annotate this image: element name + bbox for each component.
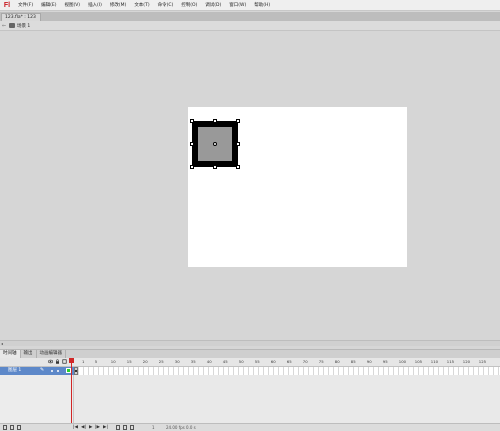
ruler-label: 75 [318, 359, 324, 364]
layer-list-empty [0, 375, 74, 423]
play-button[interactable]: ▶ [89, 424, 92, 431]
menu-debug[interactable]: 调试(D) [201, 0, 225, 11]
go-to-last-frame-button[interactable]: ▶| [103, 424, 108, 431]
timeline-empty-area [0, 375, 500, 423]
ruler-label: 120 [462, 359, 471, 364]
ruler-label: 1 [82, 359, 85, 364]
layer-name[interactable]: 图层 1 [8, 368, 21, 373]
ruler-label: 70 [302, 359, 308, 364]
pasteboard [0, 32, 500, 340]
frame-rate-readout[interactable]: 24.00 fps [166, 424, 185, 431]
ruler-label: 5 [94, 359, 98, 364]
menu-edit[interactable]: 编辑(E) [37, 0, 60, 11]
back-arrow-icon[interactable]: ⇐ [0, 23, 8, 29]
menu-bar: Fl 文件(F) 编辑(E) 视图(V) 插入(I) 修改(M) 文本(T) 命… [0, 0, 500, 11]
menu-control[interactable]: 控制(O) [177, 0, 201, 11]
lock-dot-icon[interactable] [57, 370, 59, 372]
ruler-label: 100 [398, 359, 407, 364]
menu-help[interactable]: 帮助(H) [250, 0, 274, 11]
transform-handle-bottom-left[interactable] [190, 165, 194, 169]
transform-handle-top[interactable] [213, 119, 217, 123]
timeline-header: 1 5 10 15 20 25 30 35 40 45 50 55 60 65 70 75 80 85 90 95 10… [0, 358, 500, 367]
ruler-label: 30 [174, 359, 180, 364]
stage[interactable] [188, 107, 407, 267]
layer-header-icons [48, 359, 67, 364]
transform-handle-left[interactable] [190, 142, 194, 146]
ruler-label: 25 [158, 359, 164, 364]
go-to-first-frame-button[interactable]: |◀ [73, 424, 78, 431]
menu-file[interactable]: 文件(F) [14, 0, 37, 11]
ruler-label: 35 [190, 359, 196, 364]
ruler-label: 125 [478, 359, 487, 364]
step-back-button[interactable]: ◀| [81, 424, 86, 431]
lock-icon[interactable] [55, 359, 60, 364]
square-shape[interactable] [190, 119, 240, 169]
transform-handle-top-left[interactable] [190, 119, 194, 123]
ruler-label: 55 [254, 359, 260, 364]
onion-skin-icon[interactable] [116, 425, 120, 430]
ruler-label: 105 [414, 359, 423, 364]
horizontal-scrollbar[interactable]: ◂ [0, 340, 500, 346]
tab-timeline[interactable]: 时间轴 [0, 350, 21, 358]
step-forward-button[interactable]: |▶ [95, 424, 100, 431]
scroll-left-arrow-icon[interactable]: ◂ [1, 341, 3, 346]
menu-text[interactable]: 文本(T) [130, 0, 153, 11]
ruler-label: 65 [286, 359, 292, 364]
edit-multiple-frames-icon[interactable] [130, 425, 134, 430]
tab-motion-editor[interactable]: 动画编辑器 [37, 350, 66, 358]
tab-output[interactable]: 输出 [21, 350, 37, 358]
ruler-label: 45 [222, 359, 228, 364]
ruler-label: 80 [334, 359, 340, 364]
ruler-label: 90 [366, 359, 372, 364]
layer-track: 图层 1 ✎ [0, 367, 500, 375]
elapsed-time-readout: 0.0 s [186, 425, 196, 430]
ruler-label: 15 [126, 359, 132, 364]
document-tab[interactable]: 123.fla* : 123 [1, 13, 41, 21]
layer-row[interactable]: 图层 1 ✎ [0, 367, 74, 375]
outline-icon[interactable] [62, 359, 67, 364]
visibility-dot-icon[interactable] [51, 370, 53, 372]
transform-handle-bottom-right[interactable] [236, 165, 240, 169]
playhead-line [71, 358, 72, 431]
ruler-label: 95 [382, 359, 388, 364]
transform-pivot-point[interactable] [213, 142, 217, 146]
new-layer-icon[interactable] [3, 425, 7, 430]
ruler-label: 115 [446, 359, 455, 364]
ruler-label: 85 [350, 359, 356, 364]
frame-ruler[interactable]: 1 5 10 15 20 25 30 35 40 45 50 55 60 65 70 75 80 85 90 95 10… [74, 358, 500, 367]
menu-commands[interactable]: 命令(C) [154, 0, 178, 11]
menu-modify[interactable]: 修改(M) [106, 0, 130, 11]
ruler-label: 40 [206, 359, 212, 364]
scene-label[interactable]: 场景 1 [17, 23, 30, 29]
panel-tab-bar: 时间轴 输出 动画编辑器 [0, 349, 500, 358]
ruler-label: 20 [142, 359, 148, 364]
transform-handle-bottom[interactable] [213, 165, 217, 169]
onion-outline-icon[interactable] [123, 425, 127, 430]
app-logo: Fl [3, 1, 11, 9]
ruler-label: 10 [110, 359, 116, 364]
frame-track[interactable] [74, 367, 500, 375]
transform-handle-right[interactable] [236, 142, 240, 146]
timeline-footer: |◀ ◀| ▶ |▶ ▶| 1 24.00 fps 0.0 s [0, 423, 500, 431]
menu-insert[interactable]: 插入(I) [84, 0, 106, 11]
scene-icon [9, 23, 15, 28]
menu-window[interactable]: 窗口(W) [225, 0, 250, 11]
current-frame-readout: 1 [152, 425, 155, 430]
ruler-label: 50 [238, 359, 244, 364]
ruler-label: 110 [430, 359, 439, 364]
keyframe[interactable] [74, 367, 78, 375]
new-folder-icon[interactable] [10, 425, 14, 430]
transform-handle-top-right[interactable] [236, 119, 240, 123]
menu-view[interactable]: 视图(V) [60, 0, 84, 11]
document-tab-bar: 123.fla* : 123 [0, 12, 500, 21]
edit-bar: ⇐ 场景 1 [0, 21, 500, 31]
pencil-icon: ✎ [40, 367, 45, 373]
eye-icon[interactable] [48, 359, 53, 364]
playhead-handle[interactable] [69, 358, 74, 363]
ruler-label: 60 [270, 359, 276, 364]
delete-layer-icon[interactable] [17, 425, 21, 430]
